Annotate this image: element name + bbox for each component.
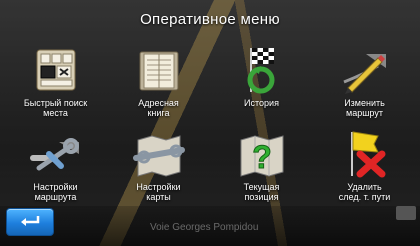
edit-route-icon bbox=[338, 44, 392, 96]
tile-label: Текущая позиция bbox=[243, 182, 280, 202]
keyboard-icon bbox=[29, 44, 83, 96]
delete-waypoint-button[interactable]: Удалить след. т. пути bbox=[313, 122, 416, 206]
page-title: Оперативное меню bbox=[140, 10, 280, 28]
street-name: Voie Georges Pompidou bbox=[150, 222, 259, 233]
map-settings-button[interactable]: Настройки карты bbox=[107, 122, 210, 206]
quick-menu-screen: Оперативное меню Быстрый поиск места Адр… bbox=[0, 0, 420, 246]
delete-waypoint-icon bbox=[338, 128, 392, 180]
history-flag-icon bbox=[235, 44, 289, 96]
tile-label: Удалить след. т. пути bbox=[338, 182, 391, 202]
current-position-button[interactable]: ? Текущая позиция bbox=[210, 122, 313, 206]
tile-label: История bbox=[244, 98, 279, 108]
current-position-icon: ? bbox=[235, 128, 289, 180]
back-button[interactable] bbox=[6, 208, 54, 236]
map-corner-indicator bbox=[396, 206, 416, 220]
edit-route-button[interactable]: Изменить маршрут bbox=[313, 38, 416, 122]
tile-label: Изменить маршрут bbox=[344, 98, 385, 118]
title-bar: Оперативное меню bbox=[0, 0, 420, 38]
address-book-button[interactable]: Адресная книга bbox=[107, 38, 210, 122]
book-icon bbox=[132, 44, 186, 96]
quick-search-button[interactable]: Быстрый поиск места bbox=[4, 38, 107, 122]
menu-grid: Быстрый поиск места Адресная книга Истор… bbox=[4, 38, 416, 206]
back-arrow-icon bbox=[18, 213, 42, 232]
map-settings-icon bbox=[132, 128, 186, 180]
tile-label: Настройки карты bbox=[136, 182, 181, 202]
route-settings-icon bbox=[29, 128, 83, 180]
tile-label: Быстрый поиск места bbox=[23, 98, 88, 118]
route-settings-button[interactable]: Настройки маршрута bbox=[4, 122, 107, 206]
tile-label: Адресная книга bbox=[138, 98, 179, 118]
tile-label: Настройки маршрута bbox=[33, 182, 78, 202]
history-button[interactable]: История bbox=[210, 38, 313, 122]
svg-text:?: ? bbox=[252, 139, 272, 175]
